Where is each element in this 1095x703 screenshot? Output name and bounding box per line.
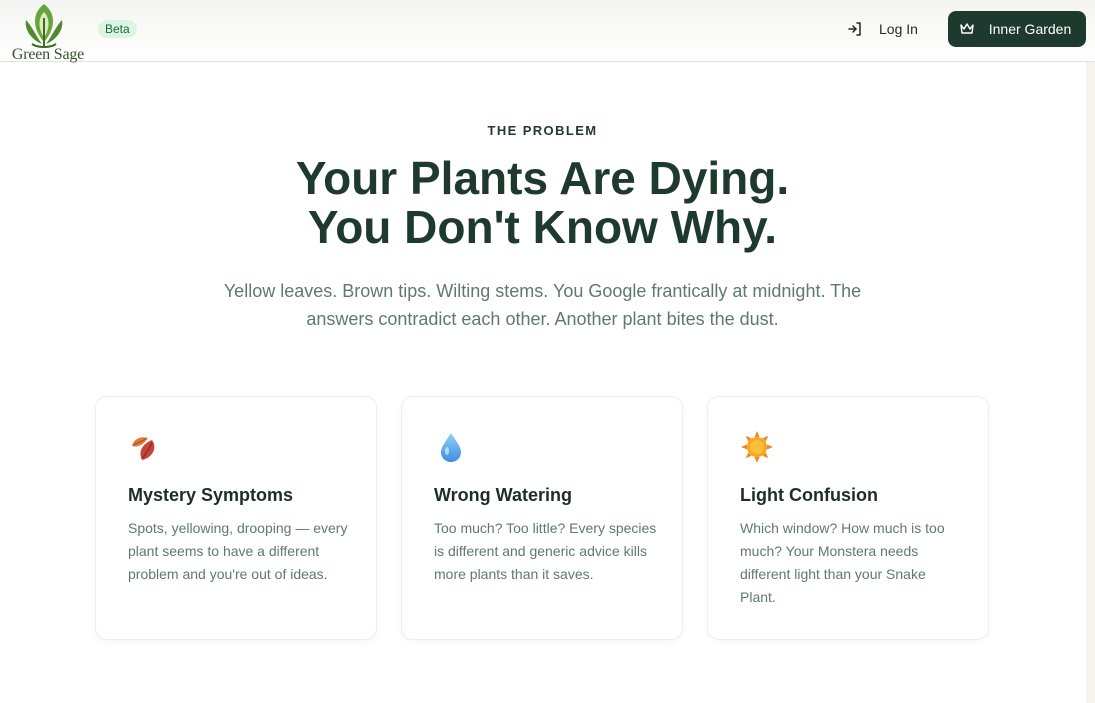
brand-name: Green Sage <box>11 46 85 63</box>
headline-line-2: You Don't Know Why. <box>307 201 778 253</box>
card-description: Spots, yellowing, drooping — every plant… <box>128 520 348 582</box>
beta-badge: Beta <box>98 20 137 38</box>
hero-subtext: Yellow leaves. Brown tips. Wilting stems… <box>223 281 862 329</box>
card-title: Mystery Symptoms <box>128 485 294 505</box>
top-navbar: Green Sage Beta Log In Inner Garden <box>0 0 1095 63</box>
card-description: Too much? Too little? Every species is d… <box>434 520 657 582</box>
brand-logo[interactable]: Green Sage <box>6 0 84 68</box>
card-wrong-watering: Wrong Watering Too much? Too little? Eve… <box>401 396 683 640</box>
login-link[interactable]: Log In <box>847 18 918 40</box>
fallen-leaves-icon <box>132 437 155 460</box>
card-description: Which window? How much is too much? Your… <box>740 520 945 605</box>
card-light-confusion: Light Confusion Which window? How much i… <box>707 396 989 640</box>
crown-icon <box>960 23 974 34</box>
hero-headline: Your Plants Are Dying. You Don't Know Wh… <box>0 154 1085 252</box>
sage-leaf-logo-icon <box>25 4 63 48</box>
headline-line-1: Your Plants Are Dying. <box>295 152 790 204</box>
login-arrow-icon <box>848 22 861 36</box>
login-label: Log In <box>879 21 918 37</box>
card-title: Light Confusion <box>740 485 878 505</box>
water-drop-icon <box>441 433 461 462</box>
inner-garden-label: Inner Garden <box>988 21 1072 37</box>
card-mystery-symptoms: Mystery Symptoms Spots, yellowing, droop… <box>95 396 377 640</box>
scroll-track <box>1086 62 1095 703</box>
inner-garden-button[interactable]: Inner Garden <box>948 11 1086 47</box>
card-title: Wrong Watering <box>434 485 572 505</box>
sun-icon <box>741 431 773 463</box>
section-eyebrow: THE PROBLEM <box>487 123 598 138</box>
